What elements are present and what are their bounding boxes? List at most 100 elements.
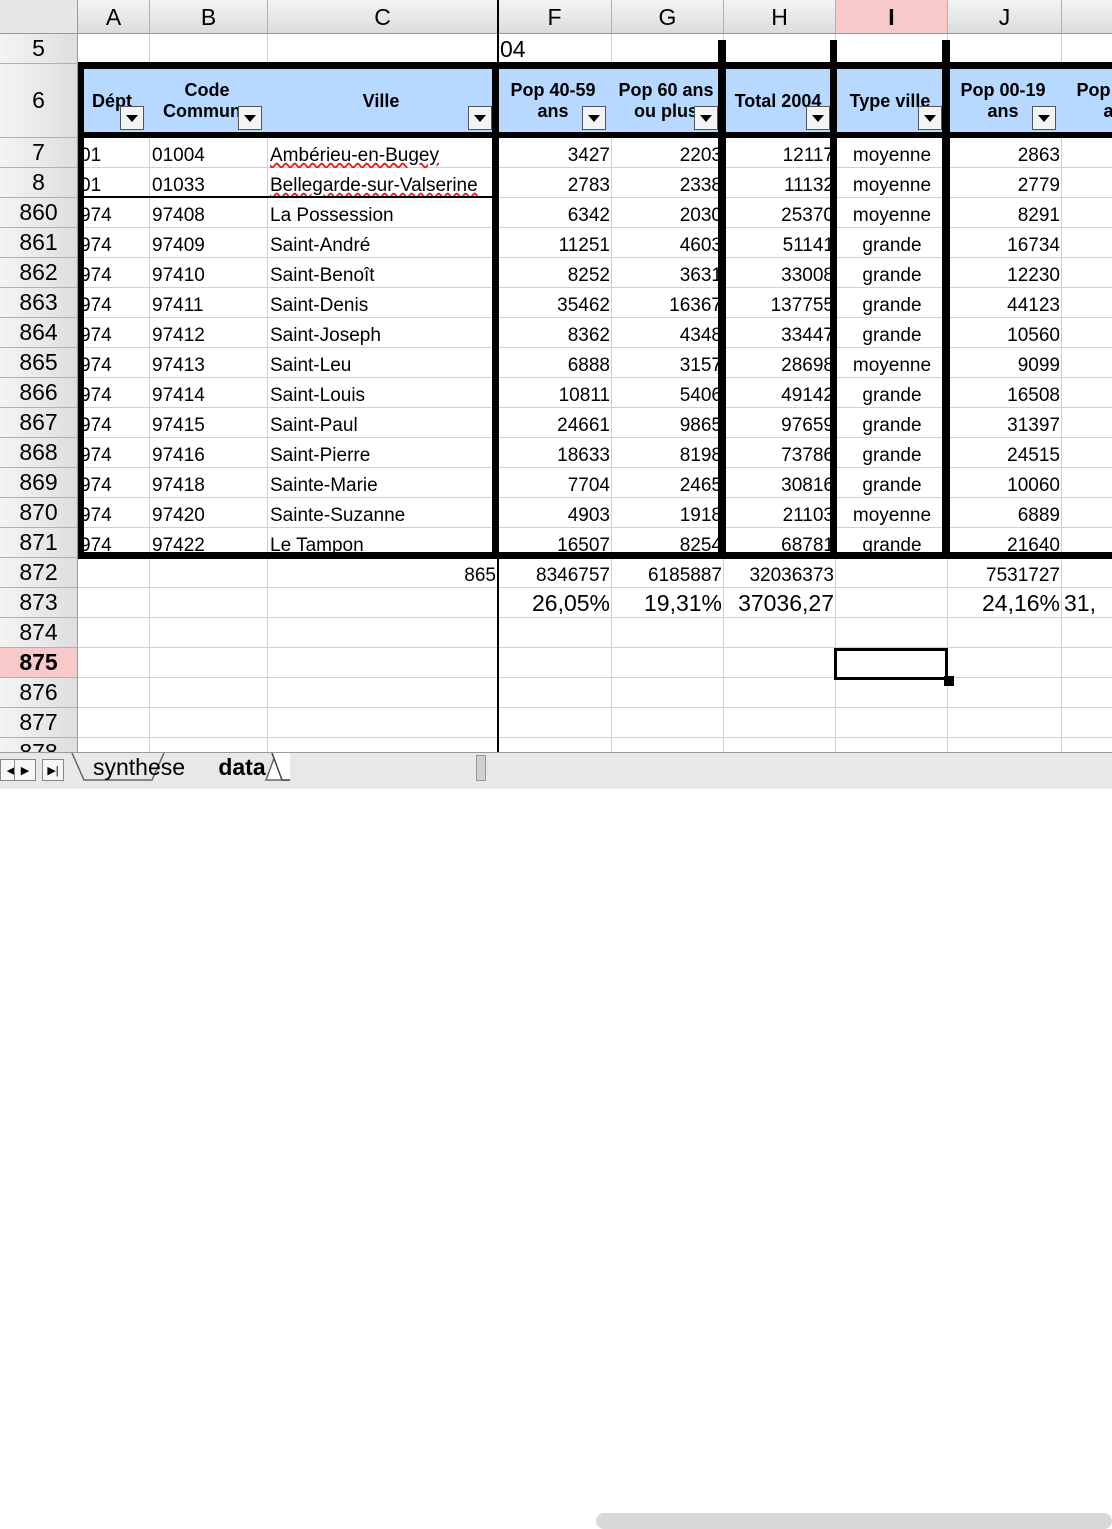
cell-I865[interactable]: moyenne — [836, 348, 948, 378]
cell-J860[interactable]: 8291 — [948, 198, 1062, 228]
row-header-5[interactable]: 5 — [0, 34, 78, 64]
cell-C861[interactable]: Saint-André — [268, 228, 498, 258]
total-H[interactable]: 32036373 — [724, 558, 836, 588]
selected-cell-I875[interactable] — [834, 648, 948, 680]
cell-H863[interactable]: 137755 — [724, 288, 836, 318]
cell-J864[interactable]: 10560 — [948, 318, 1062, 348]
cell-J867[interactable]: 31397 — [948, 408, 1062, 438]
cell-I860[interactable]: moyenne — [836, 198, 948, 228]
cell-I867[interactable]: grande — [836, 408, 948, 438]
cell-G867[interactable]: 9865 — [612, 408, 724, 438]
cell-C860[interactable]: La Possession — [268, 198, 498, 228]
autofilter-dropdown-icon[interactable] — [806, 106, 830, 130]
autofilter-dropdown-icon[interactable] — [582, 106, 606, 130]
cell-G861[interactable]: 4603 — [612, 228, 724, 258]
cell-A868[interactable]: 974 — [78, 438, 150, 468]
cell-H867[interactable]: 97659 — [724, 408, 836, 438]
cell-A870[interactable]: 974 — [78, 498, 150, 528]
total-J[interactable]: 7531727 — [948, 558, 1062, 588]
cell-G865[interactable]: 3157 — [612, 348, 724, 378]
row-header-864[interactable]: 864 — [0, 318, 78, 348]
cell-A866[interactable]: 974 — [78, 378, 150, 408]
cell-J870[interactable]: 6889 — [948, 498, 1062, 528]
cell-C864[interactable]: Saint-Joseph — [268, 318, 498, 348]
cell-A863[interactable]: 974 — [78, 288, 150, 318]
total-F[interactable]: 8346757 — [498, 558, 612, 588]
autofilter-dropdown-icon[interactable] — [694, 106, 718, 130]
cell-B867[interactable]: 97415 — [150, 408, 268, 438]
column-header-h[interactable]: H — [724, 0, 836, 34]
cell-F864[interactable]: 8362 — [498, 318, 612, 348]
cell-A7[interactable]: 01 — [78, 138, 150, 168]
row-header-866[interactable]: 866 — [0, 378, 78, 408]
cell-I868[interactable]: grande — [836, 438, 948, 468]
cell-A861[interactable]: 974 — [78, 228, 150, 258]
row-header-861[interactable]: 861 — [0, 228, 78, 258]
row-header-862[interactable]: 862 — [0, 258, 78, 288]
cell-B860[interactable]: 97408 — [150, 198, 268, 228]
row-header-6[interactable]: 6 — [0, 64, 78, 138]
cell-G8[interactable]: 2338 — [612, 168, 724, 198]
cell-G7[interactable]: 2203 — [612, 138, 724, 168]
cell-A869[interactable]: 974 — [78, 468, 150, 498]
cell-I870[interactable]: moyenne — [836, 498, 948, 528]
column-header-i[interactable]: I — [836, 0, 948, 34]
cell-A860[interactable]: 974 — [78, 198, 150, 228]
cell-C867[interactable]: Saint-Paul — [268, 408, 498, 438]
cell-F863[interactable]: 35462 — [498, 288, 612, 318]
cell-H7[interactable]: 12117 — [724, 138, 836, 168]
cell-C869[interactable]: Sainte-Marie — [268, 468, 498, 498]
cell-G868[interactable]: 8198 — [612, 438, 724, 468]
column-header-g[interactable]: G — [612, 0, 724, 34]
cell-G864[interactable]: 4348 — [612, 318, 724, 348]
cell-H866[interactable]: 49142 — [724, 378, 836, 408]
cell-G870[interactable]: 1918 — [612, 498, 724, 528]
autofilter-dropdown-icon[interactable] — [238, 106, 262, 130]
cell-H870[interactable]: 21103 — [724, 498, 836, 528]
cell-J863[interactable]: 44123 — [948, 288, 1062, 318]
sheet-tab-data[interactable]: data — [206, 753, 278, 781]
cell-H8[interactable]: 11132 — [724, 168, 836, 198]
cell-J862[interactable]: 12230 — [948, 258, 1062, 288]
cell-J868[interactable]: 24515 — [948, 438, 1062, 468]
column-header-a[interactable]: A — [78, 0, 150, 34]
cell-B865[interactable]: 97413 — [150, 348, 268, 378]
cell-A8[interactable]: 01 — [78, 168, 150, 198]
cell-C868[interactable]: Saint-Pierre — [268, 438, 498, 468]
row-header-8[interactable]: 8 — [0, 168, 78, 198]
row-header-860[interactable]: 860 — [0, 198, 78, 228]
cell-I869[interactable]: grande — [836, 468, 948, 498]
cell-C8[interactable]: Bellegarde-sur-Valserine — [268, 168, 498, 198]
column-header-c[interactable]: C — [268, 0, 498, 34]
cell-B864[interactable]: 97412 — [150, 318, 268, 348]
cell-J861[interactable]: 16734 — [948, 228, 1062, 258]
cell-F865[interactable]: 6888 — [498, 348, 612, 378]
autofilter-dropdown-icon[interactable] — [918, 106, 942, 130]
total-K[interactable]: 98 — [1062, 558, 1112, 588]
row-header-868[interactable]: 868 — [0, 438, 78, 468]
cell-H860[interactable]: 25370 — [724, 198, 836, 228]
cell-F868[interactable]: 18633 — [498, 438, 612, 468]
cell-H869[interactable]: 30816 — [724, 468, 836, 498]
header-ville[interactable]: Ville — [268, 64, 494, 138]
cell-B861[interactable]: 97409 — [150, 228, 268, 258]
cell-H861[interactable]: 51141 — [724, 228, 836, 258]
row-header-874[interactable]: 874 — [0, 618, 78, 648]
cell-J865[interactable]: 9099 — [948, 348, 1062, 378]
total-G[interactable]: 6185887 — [612, 558, 724, 588]
cell-J866[interactable]: 16508 — [948, 378, 1062, 408]
cell-F866[interactable]: 10811 — [498, 378, 612, 408]
row-header-876[interactable]: 876 — [0, 678, 78, 708]
cell-I861[interactable]: grande — [836, 228, 948, 258]
percent-H[interactable]: 37036,27 — [724, 588, 836, 618]
cell-B863[interactable]: 97411 — [150, 288, 268, 318]
cell-H864[interactable]: 33447 — [724, 318, 836, 348]
tab-next-icon[interactable]: ▶ — [14, 759, 36, 781]
cell-G863[interactable]: 16367 — [612, 288, 724, 318]
cell-F869[interactable]: 7704 — [498, 468, 612, 498]
cell-I863[interactable]: grande — [836, 288, 948, 318]
column-header-b[interactable]: B — [150, 0, 268, 34]
cell-G862[interactable]: 3631 — [612, 258, 724, 288]
cell-C866[interactable]: Saint-Louis — [268, 378, 498, 408]
row-header-865[interactable]: 865 — [0, 348, 78, 378]
